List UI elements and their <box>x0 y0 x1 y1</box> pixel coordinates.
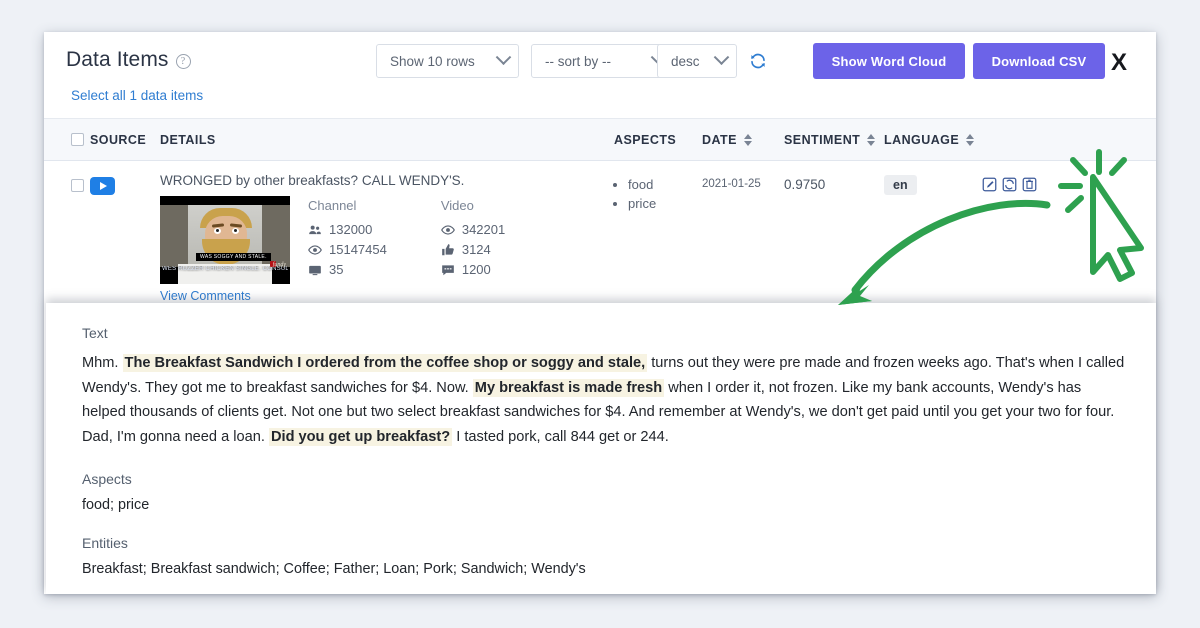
sort-by-value: -- sort by -- <box>545 53 611 69</box>
language-badge: en <box>884 175 917 195</box>
channel-heading: Channel <box>308 198 357 213</box>
video-views: 342201 <box>440 222 506 237</box>
rows-per-page-value: Show 10 rows <box>390 53 475 69</box>
eye-icon <box>308 244 322 255</box>
th-actions <box>982 118 1156 161</box>
text-heading: Text <box>82 325 108 341</box>
channel-views-value: 15147454 <box>329 242 387 257</box>
aspect-item: food <box>628 175 702 194</box>
video-stats: Video 342201 3124 1200 <box>441 198 505 284</box>
chevron-down-icon <box>495 48 512 65</box>
cell-language: en <box>884 161 982 304</box>
question-circle-icon[interactable]: ? <box>175 54 191 69</box>
download-csv-button[interactable]: Download CSV <box>973 43 1105 79</box>
cell-sentiment: 0.9750 <box>784 161 884 304</box>
channel-subscribers: 132000 <box>308 222 387 237</box>
highlighted-phrase: Did you get up breakfast? <box>268 427 453 446</box>
youtube-play-icon[interactable] <box>90 177 115 195</box>
page-title: Data Items ? <box>66 48 191 72</box>
th-date[interactable]: DATE <box>702 118 784 161</box>
detail-title: WRONGED by other breakfasts? CALL WENDY'… <box>160 173 465 188</box>
channel-videos: 35 <box>308 262 387 277</box>
th-source-label: SOURCE <box>90 132 147 147</box>
delete-icon[interactable] <box>1022 177 1037 192</box>
show-word-cloud-button[interactable]: Show Word Cloud <box>813 43 965 79</box>
monitor-icon <box>309 265 321 275</box>
details-panel: Text Mhm. The Breakfast Sandwich I order… <box>46 303 1156 594</box>
thumbnail-logo: fundy <box>272 262 286 268</box>
entities-value: Breakfast; Breakfast sandwich; Coffee; F… <box>82 561 586 577</box>
channel-subscribers-value: 132000 <box>329 222 373 237</box>
highlighted-phrase: My breakfast is made fresh <box>472 378 665 397</box>
refresh-icon[interactable] <box>749 52 767 70</box>
thumbs-up-icon <box>442 243 454 255</box>
page-title-label: Data Items <box>66 48 169 71</box>
sort-direction-select[interactable]: desc <box>657 44 737 78</box>
channel-views: 15147454 <box>308 242 387 257</box>
th-aspects: ASPECTS <box>614 118 702 161</box>
comment-icon <box>442 264 454 275</box>
close-icon[interactable]: X <box>1111 49 1127 77</box>
video-comments: 1200 <box>441 262 505 277</box>
sort-by-select[interactable]: -- sort by -- <box>531 44 674 78</box>
highlighted-phrase: The Breakfast Sandwich I ordered from th… <box>122 354 648 372</box>
view-comments-link[interactable]: View Comments <box>160 289 614 303</box>
data-items-table: SOURCE DETAILS ASPECTS DATE SENTIMENT LA… <box>44 118 1156 303</box>
rows-per-page-select[interactable]: Show 10 rows <box>376 44 519 78</box>
video-likes: 3124 <box>441 242 505 257</box>
th-language-label: LANGUAGE <box>884 132 960 147</box>
aspects-value: food; price <box>82 497 150 513</box>
sort-toggle-icon[interactable] <box>743 133 752 146</box>
video-heading: Video <box>440 198 474 213</box>
source-stats: Channel 132000 15147454 35 Video 342201 … <box>290 196 505 284</box>
users-icon <box>309 225 321 234</box>
card-header: Data Items ? Select all 1 data items Sho… <box>44 32 1156 118</box>
sort-toggle-icon[interactable] <box>966 133 975 146</box>
select-all-checkbox[interactable] <box>71 133 84 146</box>
channel-videos-value: 35 <box>329 262 344 277</box>
chevron-down-icon <box>713 48 730 65</box>
sort-toggle-icon[interactable] <box>867 133 876 146</box>
aspect-item: price <box>628 194 702 213</box>
cell-actions <box>982 161 1156 304</box>
aspects-list: food price <box>614 175 702 213</box>
th-sentiment[interactable]: SENTIMENT <box>784 118 884 161</box>
th-details: DETAILS <box>160 118 614 161</box>
th-language[interactable]: LANGUAGE <box>884 118 982 161</box>
th-aspects-label: ASPECTS <box>614 132 677 147</box>
thumbnail-caption-secondary: WES RUZZER CHICKEN SINGLE. CONSULTANTS. <box>162 266 288 272</box>
th-date-label: DATE <box>702 132 737 147</box>
table-body: WRONGED by other breakfasts? CALL WENDY'… <box>44 161 1156 304</box>
edit-icon[interactable] <box>982 177 997 192</box>
entities-heading: Entities <box>82 535 128 551</box>
table-header-row: SOURCE DETAILS ASPECTS DATE SENTIMENT LA… <box>44 118 1156 161</box>
cell-aspects: food price <box>614 161 702 304</box>
text-body: Mhm. The Breakfast Sandwich I ordered fr… <box>82 354 1125 446</box>
select-all-link[interactable]: Select all 1 data items <box>71 88 203 103</box>
table-row: WRONGED by other breakfasts? CALL WENDY'… <box>44 161 1156 304</box>
cell-select <box>44 161 90 304</box>
video-comments-value: 1200 <box>461 262 491 277</box>
cell-date: 2021-01-25 <box>702 161 784 304</box>
thumbnail-caption-primary: WAS SOGGY AND STALE. <box>196 253 271 261</box>
reprocess-icon[interactable] <box>1002 177 1017 192</box>
th-details-label: DETAILS <box>160 132 216 147</box>
date-value: 2021-01-25 <box>702 178 761 190</box>
channel-stats: Channel 132000 15147454 35 <box>308 198 387 284</box>
sentiment-value: 0.9750 <box>784 177 826 192</box>
aspects-heading: Aspects <box>82 471 132 487</box>
th-select <box>44 118 90 161</box>
video-thumbnail[interactable]: WAS SOGGY AND STALE. WES RUZZER CHICKEN … <box>160 196 290 284</box>
cell-details: WRONGED by other breakfasts? CALL WENDY'… <box>160 161 614 303</box>
video-likes-value: 3124 <box>461 242 491 257</box>
th-source: SOURCE <box>90 118 160 161</box>
table-head: SOURCE DETAILS ASPECTS DATE SENTIMENT LA… <box>44 118 1156 161</box>
sort-direction-value: desc <box>671 53 700 69</box>
eye-icon <box>440 224 455 235</box>
cell-source <box>90 161 160 304</box>
video-views-value: 342201 <box>461 222 506 237</box>
row-checkbox[interactable] <box>71 179 84 192</box>
th-sentiment-label: SENTIMENT <box>784 132 861 147</box>
